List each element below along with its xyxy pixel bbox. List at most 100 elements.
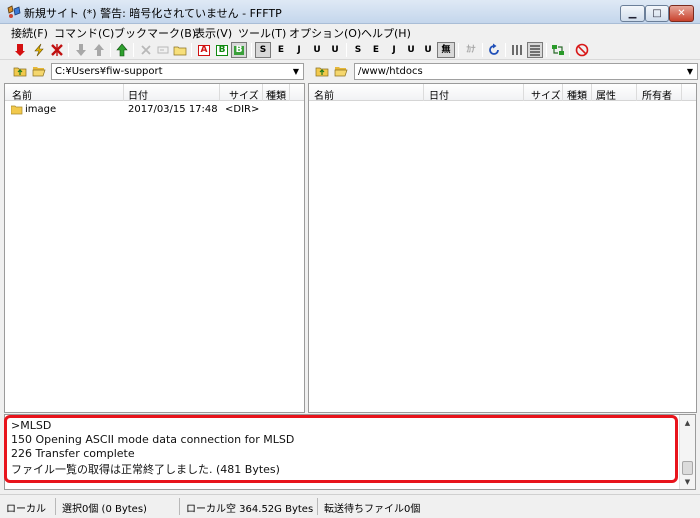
euc-remote-icon: E bbox=[372, 44, 380, 55]
refresh-button[interactable] bbox=[486, 42, 502, 58]
menu-options[interactable]: オプション(O) bbox=[289, 25, 361, 41]
close-button[interactable]: ✕ bbox=[669, 5, 694, 22]
quick-connect-button[interactable] bbox=[31, 42, 47, 58]
log-scrollbar[interactable]: ▲ ▼ bbox=[679, 415, 695, 489]
local-path-input[interactable]: C:¥Users¥fiw-support bbox=[51, 63, 304, 80]
scroll-down-button[interactable]: ▼ bbox=[680, 474, 695, 489]
remote-col-size[interactable]: サイズ bbox=[531, 87, 561, 102]
remote-open-folder-button[interactable] bbox=[333, 63, 349, 79]
jis-icon: J bbox=[297, 44, 301, 55]
local-col-name[interactable]: 名前 bbox=[12, 87, 32, 102]
ascii-mode-button[interactable]: A bbox=[196, 42, 212, 58]
menu-help[interactable]: ヘルプ(H) bbox=[361, 25, 411, 41]
table-row[interactable]: image 2017/03/15 17:48 <DIR> bbox=[6, 102, 302, 118]
euc-remote-button[interactable]: E bbox=[368, 42, 384, 58]
sjis-remote-button[interactable]: S bbox=[350, 42, 366, 58]
column-divider[interactable] bbox=[681, 84, 682, 101]
rename-button[interactable] bbox=[155, 42, 171, 58]
file-name: image bbox=[25, 104, 57, 115]
minimize-button[interactable]: ▁ bbox=[620, 5, 645, 22]
parent-folder-icon bbox=[315, 67, 329, 77]
utf8bom-icon: U bbox=[331, 44, 339, 55]
utf8-remote-icon: U bbox=[407, 44, 415, 55]
utf8-button[interactable]: U bbox=[309, 42, 325, 58]
title-bar[interactable]: 新規サイト (*) 警告: 暗号化されていません - FFFTP ▁ □ ✕ bbox=[0, 0, 700, 24]
ascii-mode-icon: A bbox=[197, 44, 211, 56]
menu-tools[interactable]: ツール(T) bbox=[238, 25, 286, 41]
minimize-icon: ▁ bbox=[628, 8, 637, 19]
status-free-space: ローカル空 364.52G Bytes bbox=[182, 498, 318, 515]
remote-parent-dir-button[interactable] bbox=[314, 63, 330, 79]
log-panel[interactable]: >MLSD 150 Opening ASCII mode data connec… bbox=[4, 414, 696, 490]
column-divider[interactable] bbox=[562, 84, 563, 101]
menu-bookmark[interactable]: ブックマーク(B) bbox=[114, 25, 196, 41]
log-line: 150 Opening ASCII mode data connection f… bbox=[11, 433, 295, 446]
menu-connect[interactable]: 接続(F) bbox=[11, 25, 48, 41]
no-convert-button[interactable]: 無 bbox=[437, 42, 455, 58]
remote-col-attr[interactable]: 属性 bbox=[596, 87, 616, 102]
local-col-type[interactable]: 種類 bbox=[266, 87, 286, 102]
column-divider[interactable] bbox=[523, 84, 524, 101]
utf8bom-remote-button[interactable]: U bbox=[420, 42, 436, 58]
column-divider[interactable] bbox=[289, 84, 290, 101]
kana-button[interactable]: ｶﾅ bbox=[462, 42, 480, 58]
column-divider[interactable] bbox=[423, 84, 424, 101]
stop-button[interactable] bbox=[574, 42, 590, 58]
maximize-button[interactable]: □ bbox=[645, 5, 669, 22]
rename-icon bbox=[157, 46, 169, 54]
log-line: >MLSD bbox=[11, 419, 52, 432]
remote-file-list[interactable]: 名前 日付 サイズ 種類 属性 所有者 bbox=[308, 83, 697, 413]
auto-mode-button[interactable]: B bbox=[231, 42, 247, 58]
local-open-folder-button[interactable] bbox=[31, 63, 47, 79]
column-divider[interactable] bbox=[123, 84, 124, 101]
sync-dir-button[interactable] bbox=[550, 42, 566, 58]
toolbar-separator bbox=[133, 43, 134, 57]
toolbar-separator bbox=[482, 43, 483, 57]
upload-button[interactable] bbox=[91, 42, 107, 58]
chevron-down-icon: ▼ bbox=[684, 477, 691, 486]
list-view-button[interactable] bbox=[509, 42, 525, 58]
utf8bom-button[interactable]: U bbox=[327, 42, 343, 58]
scroll-up-button[interactable]: ▲ bbox=[680, 415, 695, 430]
remote-col-owner[interactable]: 所有者 bbox=[642, 87, 672, 102]
local-col-date[interactable]: 日付 bbox=[128, 87, 148, 102]
jis-button[interactable]: J bbox=[291, 42, 307, 58]
chevron-up-icon: ▲ bbox=[684, 418, 691, 427]
remote-col-date[interactable]: 日付 bbox=[429, 87, 449, 102]
menu-view[interactable]: 表示(V) bbox=[194, 25, 232, 41]
refresh-icon bbox=[489, 43, 499, 55]
local-file-list[interactable]: 名前 日付 サイズ 種類 image 2017/03/15 17:48 <DIR… bbox=[4, 83, 305, 413]
disconnect-button[interactable] bbox=[49, 42, 65, 58]
column-divider[interactable] bbox=[636, 84, 637, 101]
mirror-upload-icon bbox=[116, 43, 128, 57]
mirror-upload-button[interactable] bbox=[114, 42, 130, 58]
remote-col-type[interactable]: 種類 bbox=[567, 87, 587, 102]
download-button[interactable] bbox=[73, 42, 89, 58]
connect-button[interactable] bbox=[12, 42, 28, 58]
menu-command[interactable]: コマンド(C) bbox=[54, 25, 114, 41]
detail-view-button[interactable] bbox=[527, 42, 543, 58]
local-list-header: 名前 日付 サイズ 種類 bbox=[5, 84, 304, 102]
ffftp-app-icon[interactable] bbox=[6, 5, 22, 19]
sjis-button[interactable]: S bbox=[255, 42, 271, 58]
local-path-dropdown[interactable]: ▼ bbox=[289, 63, 303, 80]
scroll-thumb[interactable] bbox=[682, 461, 693, 475]
delete-button[interactable] bbox=[138, 42, 154, 58]
euc-button[interactable]: E bbox=[273, 42, 289, 58]
mkdir-button[interactable] bbox=[172, 42, 188, 58]
sync-dir-icon bbox=[552, 45, 564, 55]
column-divider[interactable] bbox=[591, 84, 592, 101]
utf8-remote-button[interactable]: U bbox=[403, 42, 419, 58]
local-parent-dir-button[interactable] bbox=[12, 63, 28, 79]
jis-remote-button[interactable]: J bbox=[386, 42, 402, 58]
binary-mode-button[interactable]: B bbox=[214, 42, 230, 58]
column-divider[interactable] bbox=[219, 84, 220, 101]
column-divider[interactable] bbox=[262, 84, 263, 101]
remote-path-input[interactable]: /www/htdocs bbox=[354, 63, 698, 80]
remote-col-name[interactable]: 名前 bbox=[314, 87, 334, 102]
delete-icon bbox=[141, 45, 151, 55]
toolbar-separator bbox=[110, 43, 111, 57]
toolbar-separator bbox=[68, 43, 69, 57]
remote-path-dropdown[interactable]: ▼ bbox=[683, 63, 697, 80]
local-col-size[interactable]: サイズ bbox=[229, 87, 259, 102]
